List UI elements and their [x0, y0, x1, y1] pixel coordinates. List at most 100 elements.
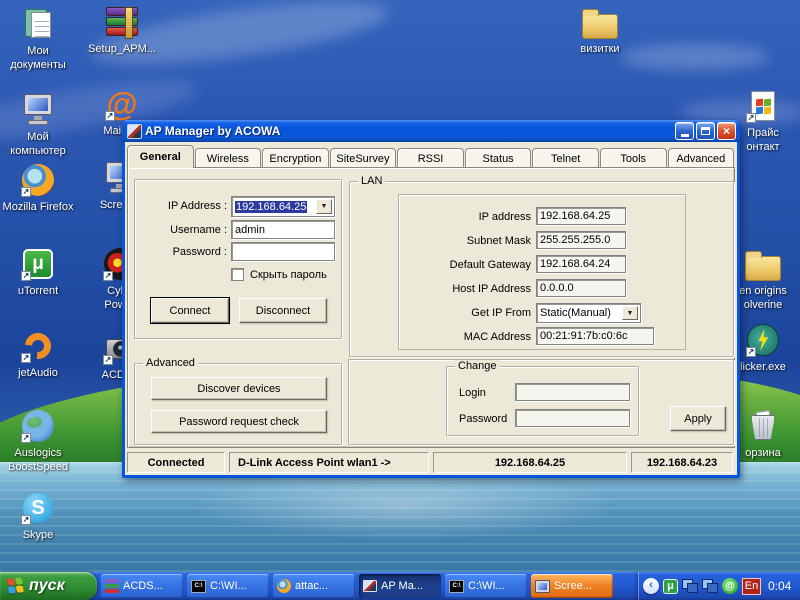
taskbar-button-label: attac... [295, 580, 328, 592]
my-computer-icon [20, 92, 56, 128]
language-indicator[interactable]: En [742, 578, 761, 595]
ip-address-value: 192.168.64.25 [235, 201, 307, 213]
tab-rssi[interactable]: RSSI [397, 148, 464, 168]
desktop-icon-label: Auslogics BoostSpeed [2, 447, 74, 475]
close-icon: × [723, 125, 730, 137]
hide-password-label: Скрыть пароль [250, 269, 327, 281]
utorrent-icon: μ [20, 246, 56, 282]
chevron-down-icon[interactable]: ▼ [316, 199, 332, 214]
taskbar-clock[interactable]: 0:04 [768, 579, 791, 593]
get-ip-from-label: Get IP From [403, 307, 531, 319]
window-titlebar[interactable]: AP Manager by ACOWA × [122, 120, 740, 142]
password-request-check-button[interactable]: Password request check [151, 410, 327, 433]
shortcut-arrow-icon [21, 187, 31, 197]
password-field[interactable] [231, 242, 335, 261]
desktop-icon-label: Мои документы [2, 45, 74, 73]
status-device-ip: 192.168.64.25 [433, 452, 627, 473]
shortcut-arrow-icon [21, 353, 31, 363]
screen-capture-icon [535, 580, 550, 593]
get-ip-from-combobox[interactable]: Static(Manual) ▼ [536, 303, 641, 323]
tab-tools[interactable]: Tools [600, 148, 667, 168]
close-button[interactable]: × [717, 122, 736, 140]
window-body: General Wireless Encryption SiteSurvey R… [125, 142, 737, 475]
change-group: Change Login Password [446, 366, 639, 436]
status-bar: Connected D-Link Access Point wlan1 -> 1… [127, 452, 735, 473]
tab-telnet[interactable]: Telnet [532, 148, 599, 168]
taskbar-button-cmd-1[interactable]: C:\ C:\WI... [187, 574, 269, 598]
disconnect-button[interactable]: Disconnect [239, 298, 327, 323]
shortcut-arrow-icon [21, 433, 31, 443]
start-button[interactable]: пуск [0, 572, 97, 600]
host-ip-label: Host IP Address [403, 283, 531, 295]
lan-group: LAN IP address 192.168.64.25 Subnet Mask… [349, 181, 734, 357]
app-icon [127, 124, 142, 139]
taskbar-button-ap-manager[interactable]: AP Ma... [359, 574, 441, 598]
start-label: пуск [29, 577, 65, 595]
status-connection: Connected [127, 452, 225, 473]
tray-mailru-agent-icon[interactable]: @ [722, 578, 738, 594]
advanced-legend: Advanced [143, 357, 198, 369]
taskbar-button-cmd-2[interactable]: C:\ C:\WI... [445, 574, 527, 598]
wallpaper-reflection [190, 470, 620, 540]
system-tray: ‹ μ @ En 0:04 [638, 572, 800, 600]
desktop-icon-my-computer[interactable]: Мой компьютер [2, 92, 74, 159]
command-prompt-icon: C:\ [449, 580, 464, 593]
tab-sitesurvey[interactable]: SiteSurvey [330, 148, 397, 168]
shortcut-arrow-icon [21, 271, 31, 281]
connect-button[interactable]: Connect [151, 298, 229, 323]
taskbar-button-attachment[interactable]: attac... [273, 574, 355, 598]
hide-password-checkbox[interactable] [231, 268, 244, 281]
desktop-icon-label: Мой компьютер [2, 131, 74, 159]
taskbar-button-label: Scree... [554, 580, 592, 592]
subnet-mask-field[interactable]: 255.255.255.0 [536, 231, 626, 249]
tab-advanced[interactable]: Advanced [668, 148, 735, 168]
tab-wireless[interactable]: Wireless [195, 148, 262, 168]
taskbar: пуск ACDS... C:\ C:\WI... attac... AP Ma… [0, 572, 800, 600]
status-host-ip: 192.168.64.23 [631, 452, 733, 473]
desktop-icon-utorrent[interactable]: μ uTorrent [2, 246, 74, 299]
username-value: admin [235, 224, 265, 236]
desktop-icon-skype[interactable]: S Skype [2, 490, 74, 543]
change-password-field[interactable] [515, 409, 630, 427]
desktop-icon-jetaudio[interactable]: jetAudio [2, 328, 74, 381]
archive-icon [105, 579, 119, 594]
ip-address-combobox[interactable]: 192.168.64.25 ▼ [231, 196, 335, 217]
desktop-icon-auslogics-boostspeed[interactable]: Auslogics BoostSpeed [2, 408, 74, 475]
shortcut-arrow-icon [103, 355, 113, 365]
tab-encryption[interactable]: Encryption [262, 148, 329, 168]
ap-manager-window: AP Manager by ACOWA × General Wireless E… [122, 120, 740, 478]
firefox-icon [277, 579, 291, 593]
chevron-down-icon[interactable]: ▼ [622, 306, 638, 320]
desktop-icon-my-documents[interactable]: Мои документы [2, 6, 74, 73]
lan-ip-field[interactable]: 192.168.64.25 [536, 207, 626, 225]
windows-logo-icon [7, 577, 25, 595]
password-label: Password : [143, 246, 227, 258]
lan-legend: LAN [358, 175, 385, 187]
taskbar-button-screenshot[interactable]: Scree... [531, 574, 613, 598]
host-ip-field[interactable]: 0.0.0.0 [536, 279, 626, 297]
lan-ip-label: IP address [403, 211, 531, 223]
desktop-icon-vizitki-folder[interactable]: визитки [564, 4, 636, 57]
tray-collapse-button[interactable]: ‹ [643, 578, 659, 594]
tray-utorrent-icon[interactable]: μ [663, 579, 678, 594]
jetaudio-swoosh-icon [20, 328, 56, 364]
desktop-icon-firefox[interactable]: Mozilla Firefox [2, 162, 74, 215]
discover-devices-button[interactable]: Discover devices [151, 377, 327, 400]
username-label: Username : [143, 224, 227, 236]
username-field[interactable]: admin [231, 220, 335, 239]
default-gateway-field[interactable]: 192.168.64.24 [536, 255, 626, 273]
tab-status[interactable]: Status [465, 148, 532, 168]
change-login-field[interactable] [515, 383, 630, 401]
shortcut-arrow-icon [746, 113, 756, 123]
tray-network-icon-2[interactable] [702, 579, 718, 593]
minimize-button[interactable] [675, 122, 694, 140]
apply-button[interactable]: Apply [670, 406, 726, 431]
maximize-button[interactable] [696, 122, 715, 140]
desktop-icon-setup-apm-archive[interactable]: Setup_APM... [86, 4, 158, 57]
tab-general[interactable]: General [127, 145, 194, 168]
mac-address-field[interactable]: 00:21:91:7b:c0:6c [536, 327, 654, 345]
tab-strip: General Wireless Encryption SiteSurvey R… [127, 145, 735, 168]
tray-network-icon[interactable] [682, 579, 698, 593]
desktop-icon-label: Skype [2, 529, 74, 543]
taskbar-button-acdsee[interactable]: ACDS... [101, 574, 183, 598]
